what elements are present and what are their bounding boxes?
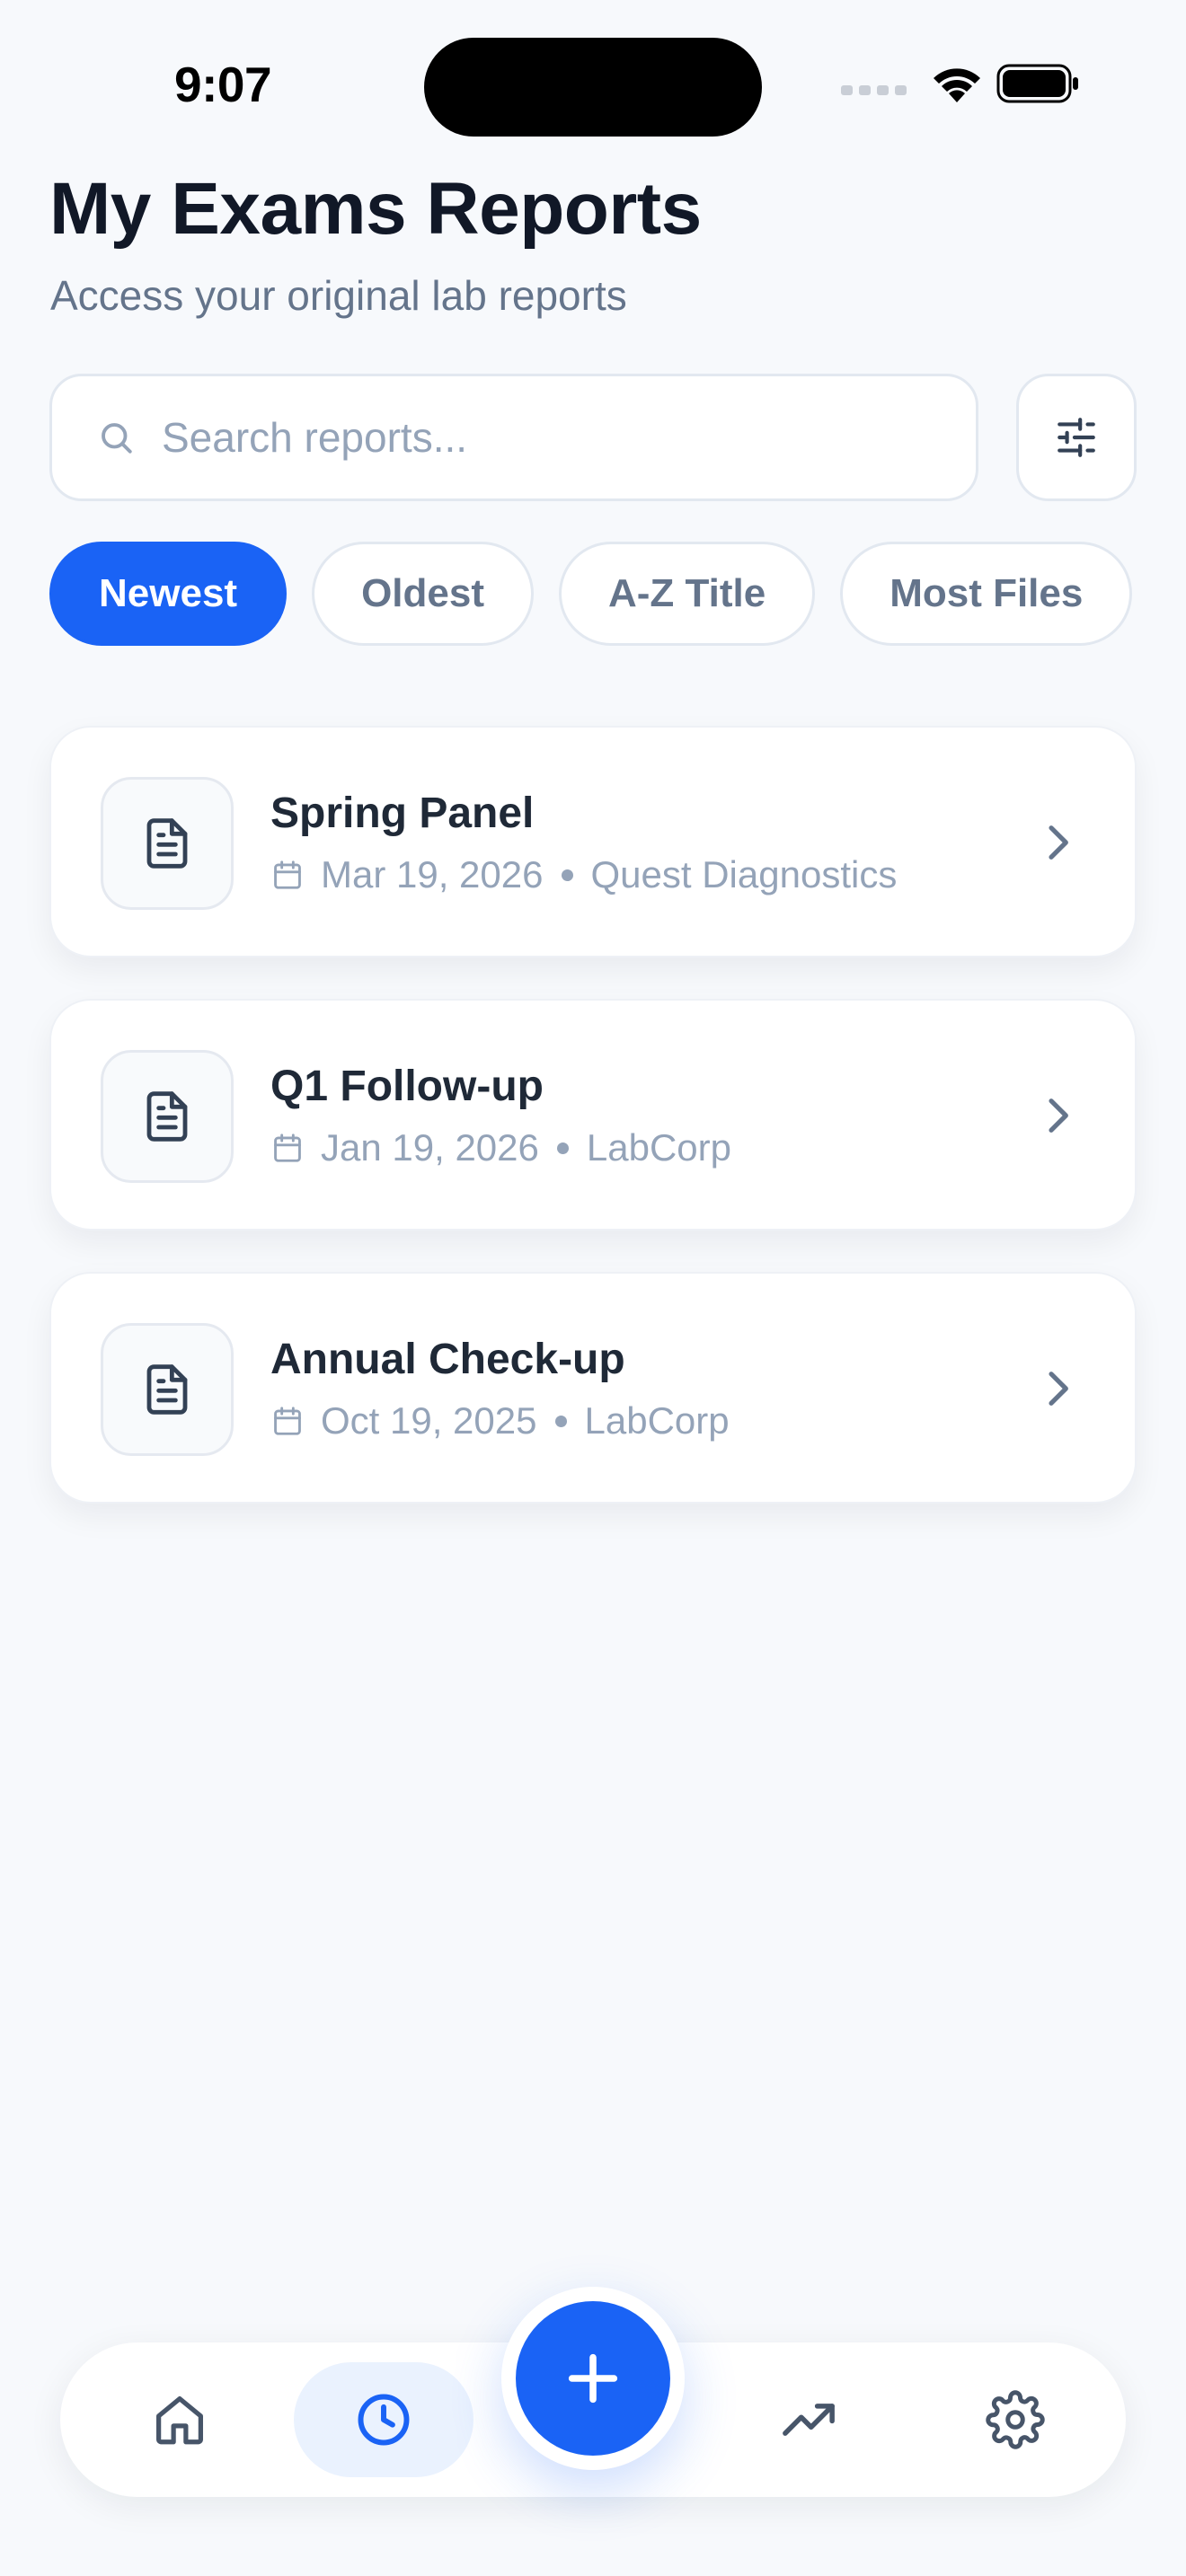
dynamic-island: [424, 38, 762, 137]
status-time: 9:07: [174, 57, 272, 112]
add-report-button[interactable]: [501, 2287, 685, 2470]
report-card[interactable]: Q1 Follow-up Jan 19, 2026 LabCorp: [49, 999, 1137, 1231]
calendar-icon: [274, 1407, 301, 1435]
nav-history[interactable]: [294, 2342, 474, 2497]
report-title: Annual Check-up: [270, 1336, 625, 1383]
report-meta: Mar 19, 2026 Quest Diagnostics: [270, 853, 897, 896]
trending-up-icon: [783, 2404, 835, 2436]
report-date: Oct 19, 2025: [321, 1399, 537, 1442]
report-date: Mar 19, 2026: [321, 853, 544, 895]
calendar-icon: [274, 1134, 301, 1162]
document-icon: [146, 818, 188, 869]
screen: 9:07 My Exams Reports Access your origin…: [0, 0, 1186, 2576]
document-icon: [146, 1364, 188, 1415]
sort-chip-a-z-title[interactable]: A-Z Title: [559, 542, 816, 646]
gear-icon: [986, 2390, 1045, 2449]
chevron-right-icon: [1049, 1098, 1068, 1133]
report-lab: LabCorp: [584, 1399, 730, 1442]
wifi-icon: [934, 68, 980, 102]
search-input[interactable]: [162, 413, 934, 462]
cellular-signal-icon: [841, 84, 907, 95]
page-title: My Exams Reports: [49, 168, 702, 250]
report-list: Spring Panel Mar 19, 2026 Quest Diagnost…: [49, 726, 1137, 1545]
nav-active-indicator: [294, 2362, 474, 2477]
chevron-right-icon: [1049, 1372, 1068, 1406]
search-bar[interactable]: [49, 374, 978, 501]
report-meta: Oct 19, 2025 LabCorp: [270, 1399, 730, 1442]
report-title: Spring Panel: [270, 790, 535, 837]
document-icon-box: [101, 777, 234, 910]
nav-home[interactable]: [114, 2342, 245, 2497]
report-lab: LabCorp: [586, 1126, 731, 1169]
document-icon: [146, 1091, 188, 1142]
home-icon: [156, 2396, 203, 2445]
sort-chip-most-files[interactable]: Most Files: [840, 542, 1133, 646]
sliders-icon: [1058, 418, 1095, 457]
document-icon-box: [101, 1050, 234, 1183]
calendar-icon: [274, 860, 301, 889]
plus-icon: [568, 2353, 618, 2404]
sort-chip-newest[interactable]: Newest: [49, 542, 288, 646]
battery-icon: [996, 64, 1078, 103]
separator-dot: [556, 1142, 569, 1154]
filter-button[interactable]: [1016, 374, 1137, 501]
sort-chips: Newest Oldest A-Z Title Most Files: [49, 542, 1133, 646]
page-subtitle: Access your original lab reports: [50, 272, 627, 319]
add-report-fab[interactable]: [516, 2301, 670, 2456]
document-icon-box: [101, 1323, 234, 1456]
clock-icon: [358, 2394, 410, 2446]
report-lab: Quest Diagnostics: [590, 853, 898, 895]
search-icon: [102, 423, 132, 454]
status-icons: [841, 63, 1081, 104]
report-card[interactable]: Annual Check-up Oct 19, 2025 LabCorp: [49, 1272, 1137, 1504]
report-title: Q1 Follow-up: [270, 1063, 544, 1110]
separator-dot: [554, 1415, 567, 1427]
sort-chip-oldest[interactable]: Oldest: [312, 542, 534, 646]
nav-settings[interactable]: [950, 2342, 1081, 2497]
separator-dot: [561, 869, 573, 881]
report-card[interactable]: Spring Panel Mar 19, 2026 Quest Diagnost…: [49, 726, 1137, 957]
report-date: Jan 19, 2026: [321, 1126, 539, 1169]
report-meta: Jan 19, 2026 LabCorp: [270, 1126, 731, 1169]
nav-trends[interactable]: [743, 2342, 874, 2497]
chevron-right-icon: [1049, 825, 1068, 860]
